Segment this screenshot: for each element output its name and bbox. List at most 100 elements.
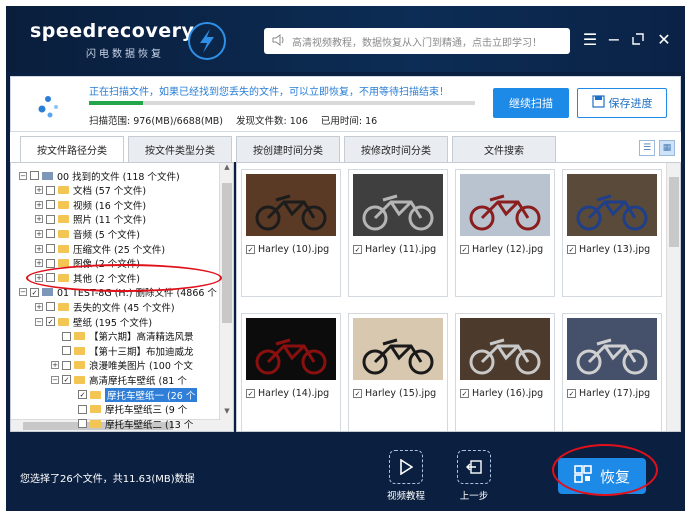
tab-by-modified[interactable]: 按修改时间分类 xyxy=(344,136,448,162)
tree-checkbox[interactable] xyxy=(46,185,55,195)
expand-toggle[interactable]: − xyxy=(51,375,59,384)
file-name: Harley (12).jpg xyxy=(472,244,544,255)
tree-scroll-thumb[interactable] xyxy=(222,183,232,323)
tree-checkbox[interactable] xyxy=(46,258,55,268)
video-tutorial-label: 视频教程 xyxy=(386,491,425,502)
tree-checkbox[interactable] xyxy=(30,171,39,180)
file-checkbox[interactable]: ✓ xyxy=(567,389,576,398)
expand-toggle[interactable]: + xyxy=(51,361,59,370)
expand-toggle[interactable]: − xyxy=(19,288,27,297)
tree-checkbox[interactable] xyxy=(46,229,55,239)
file-card[interactable]: ✓ Harley (12).jpg xyxy=(455,169,555,297)
tree-vertical-scrollbar[interactable]: ▲ ▼ xyxy=(219,163,233,431)
tree-checkbox[interactable] xyxy=(46,200,55,210)
file-card[interactable]: ✓ Harley (13).jpg xyxy=(562,169,662,297)
expand-toggle[interactable]: + xyxy=(35,229,43,238)
list-view-icon[interactable]: ☰ xyxy=(639,140,655,156)
tree-checkbox[interactable] xyxy=(46,244,55,253)
expand-toggle[interactable]: − xyxy=(19,171,27,180)
menu-icon[interactable]: ☰ xyxy=(580,28,600,50)
tree-label: 浪漫唯美图片 (100 个文 xyxy=(89,361,193,373)
folder-icon xyxy=(74,361,85,370)
file-checkbox[interactable]: ✓ xyxy=(460,245,469,254)
tree-checkbox[interactable] xyxy=(46,273,55,283)
tree-checkbox[interactable] xyxy=(78,419,87,429)
recover-button[interactable]: 恢复 xyxy=(558,458,646,494)
tree-checkbox[interactable] xyxy=(62,331,71,341)
search-banner[interactable]: 高清视频教程，数据恢复从入门到精通，点击立即学习！ xyxy=(264,28,570,54)
tree-row[interactable]: + 音频 (5 个文件) xyxy=(35,227,140,241)
tree-row[interactable]: + 视频 (16 个文件) xyxy=(35,198,146,212)
tree-row[interactable]: + 浪漫唯美图片 (100 个文 xyxy=(51,359,193,372)
tree-row[interactable]: + 图像 (2 个文件) xyxy=(35,257,140,270)
file-checkbox[interactable]: ✓ xyxy=(460,389,469,398)
expand-toggle[interactable]: − xyxy=(35,317,43,326)
grid-view-icon[interactable]: ▦ xyxy=(659,140,675,156)
minimize-icon[interactable]: − xyxy=(604,28,624,50)
expand-toggle[interactable]: + xyxy=(35,244,43,253)
selection-info: 您选择了26个文件，共11.63(MB)数据 xyxy=(20,474,195,485)
tree-row[interactable]: + 压缩文件 (25 个文件) xyxy=(35,242,165,256)
file-checkbox[interactable]: ✓ xyxy=(246,389,255,398)
folder-icon xyxy=(90,419,101,428)
tree-row[interactable]: ✓ 摩托车壁纸一 (26 个 xyxy=(67,387,198,402)
tree-checkbox[interactable] xyxy=(62,360,71,370)
expand-toggle[interactable]: + xyxy=(35,186,43,195)
tree-row[interactable]: − ✓ 01 TEST-8G (H:) 删除文件 (4866 个 xyxy=(19,286,217,299)
tab-by-type[interactable]: 按文件类型分类 xyxy=(128,136,232,162)
file-card[interactable]: ✓ Harley (16).jpg xyxy=(455,313,555,431)
tree-checkbox[interactable] xyxy=(78,404,87,414)
title-bar: speedrecovery 闪电数据恢复 高清视频教程，数据恢复从入门到精通，点… xyxy=(6,6,685,72)
tree-checkbox[interactable]: ✓ xyxy=(78,390,87,399)
tree-row[interactable]: 摩托车壁纸三 (9 个 xyxy=(67,403,187,416)
file-checkbox[interactable]: ✓ xyxy=(567,245,576,254)
expand-toggle[interactable]: + xyxy=(35,215,43,224)
file-card[interactable]: ✓ Harley (10).jpg xyxy=(241,169,341,297)
back-button[interactable]: 上一步 xyxy=(454,450,494,502)
file-checkbox[interactable]: ✓ xyxy=(353,245,362,254)
file-checkbox[interactable]: ✓ xyxy=(353,389,362,398)
grid-vertical-scrollbar[interactable] xyxy=(666,163,680,431)
lightning-logo-icon xyxy=(188,22,226,60)
tab-file-search[interactable]: 文件搜索 xyxy=(452,136,556,162)
grid-scroll-thumb[interactable] xyxy=(669,177,679,247)
scroll-down-icon[interactable]: ▼ xyxy=(220,407,233,419)
expand-toggle[interactable]: + xyxy=(35,273,43,282)
scan-spinner-icon xyxy=(33,91,63,121)
file-card[interactable]: ✓ Harley (17).jpg xyxy=(562,313,662,431)
continue-scan-button[interactable]: 继续扫描 xyxy=(493,88,569,118)
tree-checkbox[interactable]: ✓ xyxy=(30,287,39,297)
tree-checkbox[interactable] xyxy=(46,214,55,224)
maximize-icon[interactable] xyxy=(628,28,648,50)
tree-checkbox[interactable]: ✓ xyxy=(62,375,71,385)
tree-row[interactable]: + 文档 (57 个文件) xyxy=(35,184,146,197)
expand-toggle[interactable]: + xyxy=(35,200,43,209)
expand-toggle[interactable]: + xyxy=(35,302,43,311)
tree-checkbox[interactable]: ✓ xyxy=(46,317,55,326)
tab-by-path[interactable]: 按文件路径分类 xyxy=(20,136,124,162)
scroll-up-icon[interactable]: ▲ xyxy=(220,163,233,175)
tree-row[interactable]: + 照片 (11 个文件) xyxy=(35,213,146,226)
tree-row[interactable]: + 其他 (2 个文件) xyxy=(35,271,140,285)
tree-checkbox[interactable] xyxy=(62,346,71,356)
tree-row[interactable]: 摩托车壁纸二 (13 个 xyxy=(67,417,193,431)
tree-row[interactable]: 【第六期】高清精选风景 xyxy=(51,330,194,343)
video-tutorial-button[interactable]: 视频教程 xyxy=(386,450,426,502)
close-icon[interactable]: ✕ xyxy=(654,28,674,50)
tab-by-created[interactable]: 按创建时间分类 xyxy=(236,136,340,162)
folder-icon xyxy=(90,405,101,414)
save-progress-button[interactable]: 保存进度 xyxy=(577,88,667,118)
file-card[interactable]: ✓ Harley (11).jpg xyxy=(348,169,448,297)
tree-checkbox[interactable] xyxy=(46,302,55,312)
tree-row[interactable]: − 00 找到的文件 (118 个文件) xyxy=(19,169,180,183)
tree-row[interactable]: − ✓ 高清摩托车壁纸 (81 个 xyxy=(51,373,187,387)
folder-icon xyxy=(58,186,69,195)
file-caption: ✓ Harley (14).jpg xyxy=(246,388,329,399)
tree-row[interactable]: − ✓ 壁纸 (195 个文件) xyxy=(35,315,152,329)
expand-toggle[interactable]: + xyxy=(35,259,43,268)
file-card[interactable]: ✓ Harley (14).jpg xyxy=(241,313,341,431)
file-card[interactable]: ✓ Harley (15).jpg xyxy=(348,313,448,431)
tree-row[interactable]: + 丢失的文件 (45 个文件) xyxy=(35,300,175,314)
file-checkbox[interactable]: ✓ xyxy=(246,245,255,254)
tree-row[interactable]: 【第十三期】布加迪威龙 xyxy=(51,344,194,358)
